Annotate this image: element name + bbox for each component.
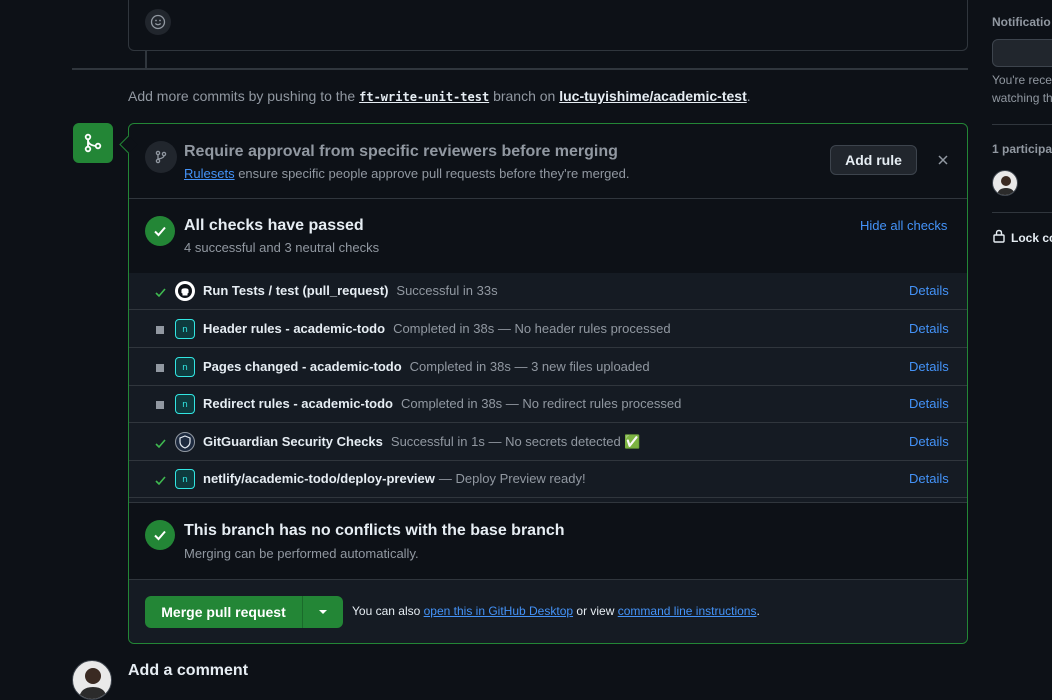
checks-header: All checks have passed 4 successful and … <box>129 199 967 274</box>
check-row: n Header rules - academic-todo Completed … <box>129 311 967 348</box>
check-description: Successful in 1s — No secrets detected ✅ <box>390 434 641 449</box>
check-description: — Deploy Preview ready! <box>438 471 586 486</box>
success-check-icon <box>153 473 167 487</box>
participants-label: 1 participa <box>992 142 1052 156</box>
push-commits-note: Add more commits by pushing to the ft-wr… <box>128 88 751 104</box>
notification-text: watching th <box>992 91 1052 105</box>
merge-section: Merge pull request You can also open thi… <box>129 580 967 643</box>
conflicts-section: This branch has no conflicts with the ba… <box>129 503 967 580</box>
netlify-icon: n <box>175 319 195 339</box>
check-title: netlify/academic-todo/deploy-preview <box>203 471 435 486</box>
details-link[interactable]: Details <box>909 283 949 298</box>
branch-icon <box>145 141 177 173</box>
check-name: Pages changed - academic-todo Completed i… <box>203 359 650 374</box>
chevron-down-icon <box>319 610 327 614</box>
neutral-square-icon <box>153 398 167 412</box>
timeline-divider <box>72 68 968 70</box>
check-row: n netlify/academic-todo/deploy-preview — … <box>129 461 967 498</box>
notifications-label: Notificatio <box>992 15 1051 29</box>
ruleset-title: Require approval from specific reviewers… <box>184 143 618 160</box>
check-description: Successful in 33s <box>396 283 498 298</box>
participant-avatar[interactable] <box>992 170 1018 196</box>
check-name: GitGuardian Security Checks Successful in… <box>203 434 640 450</box>
check-name: Header rules - academic-todo Completed in… <box>203 321 671 336</box>
checks-title: All checks have passed <box>184 217 364 234</box>
merge-button-group: Merge pull request <box>145 596 343 628</box>
lock-conversation-button[interactable]: Lock co <box>1011 231 1052 245</box>
check-row: n Redirect rules - academic-todo Complete… <box>129 386 967 423</box>
merge-note-prefix: You can also <box>352 604 421 618</box>
lock-icon <box>993 229 1005 243</box>
svg-text:n: n <box>182 363 188 373</box>
comment-box-bottom <box>128 0 968 51</box>
check-circle-icon <box>145 520 175 550</box>
checks-list: Run Tests / test (pull_request) Successfu… <box>129 273 967 503</box>
check-name: Run Tests / test (pull_request) Successfu… <box>203 283 498 298</box>
details-link[interactable]: Details <box>909 359 949 374</box>
check-title: Redirect rules - academic-todo <box>203 396 393 411</box>
repo-link[interactable]: luc-tuyishime/academic-test <box>559 88 747 104</box>
merge-box: Require approval from specific reviewers… <box>119 123 968 644</box>
rulesets-link[interactable]: Rulesets <box>184 166 235 181</box>
push-note-suffix: . <box>746 88 751 104</box>
check-title: GitGuardian Security Checks <box>203 434 383 449</box>
check-name: netlify/academic-todo/deploy-preview — De… <box>203 471 586 486</box>
netlify-icon: n <box>175 469 195 489</box>
gitguardian-icon <box>175 432 195 452</box>
github-desktop-link[interactable]: open this in GitHub Desktop <box>424 604 573 618</box>
check-title: Run Tests / test (pull_request) <box>203 283 389 298</box>
git-merge-icon <box>73 123 113 163</box>
neutral-square-icon <box>153 361 167 375</box>
netlify-icon: n <box>175 357 195 377</box>
svg-text:n: n <box>182 475 188 485</box>
check-row: GitGuardian Security Checks Successful in… <box>129 424 967 461</box>
svg-text:n: n <box>182 400 188 410</box>
checks-summary: 4 successful and 3 neutral checks <box>184 240 380 255</box>
svg-text:n: n <box>182 325 188 335</box>
ruleset-section: Require approval from specific reviewers… <box>129 124 967 199</box>
add-rule-button[interactable]: Add rule <box>830 145 917 175</box>
neutral-square-icon <box>153 323 167 337</box>
check-row: n Pages changed - academic-todo Completed… <box>129 349 967 386</box>
conflicts-title: This branch has no conflicts with the ba… <box>184 522 565 539</box>
details-link[interactable]: Details <box>909 396 949 411</box>
details-link[interactable]: Details <box>909 321 949 336</box>
conflicts-subtitle: Merging can be performed automatically. <box>184 546 419 561</box>
check-title: Header rules - academic-todo <box>203 321 386 336</box>
push-note-prefix: Add more commits by pushing to the <box>128 88 356 104</box>
subscribe-button[interactable] <box>992 39 1052 67</box>
ruleset-description-text: ensure specific people approve pull requ… <box>238 166 630 181</box>
success-check-icon <box>153 436 167 450</box>
check-description: Completed in 38s — No redirect rules pro… <box>401 396 682 411</box>
command-line-link[interactable]: command line instructions <box>618 604 757 618</box>
check-title: Pages changed - academic-todo <box>203 359 402 374</box>
sidebar-divider <box>992 124 1052 125</box>
github-actions-icon <box>175 281 195 301</box>
details-link[interactable]: Details <box>909 434 949 449</box>
check-row: Run Tests / test (pull_request) Successfu… <box>129 273 967 310</box>
check-description: Completed in 38s — 3 new files uploaded <box>409 359 650 374</box>
add-comment-heading: Add a comment <box>128 662 249 679</box>
success-check-icon <box>153 285 167 299</box>
emoji-reaction-icon[interactable] <box>145 9 171 35</box>
merge-note-suffix: . <box>756 604 760 618</box>
push-note-middle: branch on <box>493 88 556 104</box>
merge-alternatives-note: You can also open this in GitHub Desktop… <box>352 604 760 618</box>
check-name: Redirect rules - academic-todo Completed … <box>203 396 681 411</box>
sidebar-divider <box>992 212 1052 213</box>
merge-note-middle: or view <box>576 604 615 618</box>
check-description: Completed in 38s — No header rules proce… <box>393 321 671 336</box>
avatar[interactable] <box>72 660 112 700</box>
ruleset-description: Rulesets ensure specific people approve … <box>184 166 629 181</box>
notification-text: You're rece <box>992 73 1052 87</box>
close-icon[interactable] <box>935 152 951 168</box>
merge-pull-request-button[interactable]: Merge pull request <box>145 596 303 628</box>
merge-options-dropdown[interactable] <box>303 596 343 628</box>
details-link[interactable]: Details <box>909 471 949 486</box>
hide-all-checks-link[interactable]: Hide all checks <box>860 218 947 233</box>
branch-name-link[interactable]: ft-write-unit-test <box>359 90 489 104</box>
netlify-icon: n <box>175 394 195 414</box>
timeline-line <box>145 51 147 68</box>
check-circle-icon <box>145 216 175 246</box>
